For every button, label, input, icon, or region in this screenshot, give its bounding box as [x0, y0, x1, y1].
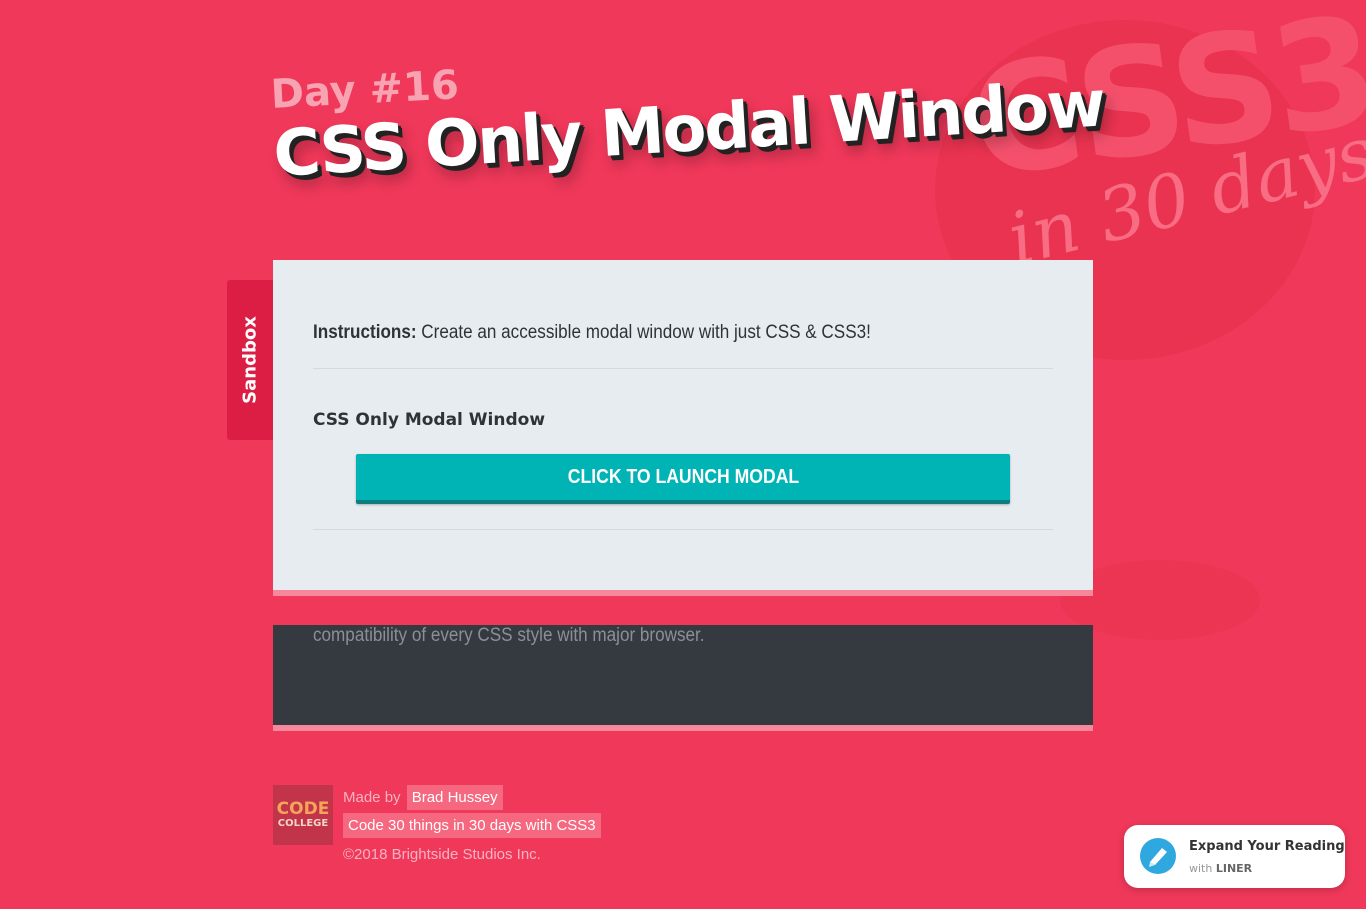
course-line: Code 30 things in 30 days with CSS3	[343, 813, 601, 838]
author-link[interactable]: Brad Hussey	[406, 785, 503, 810]
dark-info-card: compatibility of every CSS style with ma…	[273, 625, 1093, 731]
liner-widget[interactable]: Expand Your Reading with LINER	[1124, 825, 1345, 888]
liner-icon	[1140, 838, 1176, 874]
launch-modal-button-label: CLICK TO LAUNCH MODAL	[567, 465, 799, 488]
made-by-line: Made by Brad Hussey	[343, 785, 503, 810]
dark-card-text: compatibility of every CSS style with ma…	[313, 625, 705, 646]
liner-title: Expand Your Reading	[1189, 839, 1345, 854]
made-by-prefix: Made by	[343, 789, 401, 806]
instructions-body: Create an accessible modal window with j…	[416, 322, 871, 343]
section-heading: CSS Only Modal Window	[313, 410, 546, 430]
instructions-text: Instructions: Create an accessible modal…	[313, 322, 871, 344]
divider	[313, 368, 1053, 369]
liner-brand: LINER	[1215, 862, 1253, 875]
launch-modal-button[interactable]: CLICK TO LAUNCH MODAL	[356, 454, 1010, 504]
instructions-card: Instructions: Create an accessible modal…	[273, 260, 1093, 596]
copyright: ©2018 Brightside Studios Inc.	[343, 846, 541, 863]
sandbox-tab[interactable]: Sandbox	[227, 280, 273, 440]
liner-sub-prefix: with	[1189, 862, 1213, 875]
sandbox-tab-label: Sandbox	[239, 316, 261, 404]
instructions-label: Instructions:	[313, 322, 417, 343]
course-link[interactable]: Code 30 things in 30 days with CSS3	[343, 813, 601, 838]
logo-text-college: COLLEGE	[277, 818, 329, 829]
liner-subtitle: with LINER	[1189, 862, 1252, 875]
divider	[313, 529, 1053, 530]
logo-text-code: CODE	[276, 799, 330, 819]
code-college-logo[interactable]: CODE COLLEGE	[273, 785, 333, 845]
